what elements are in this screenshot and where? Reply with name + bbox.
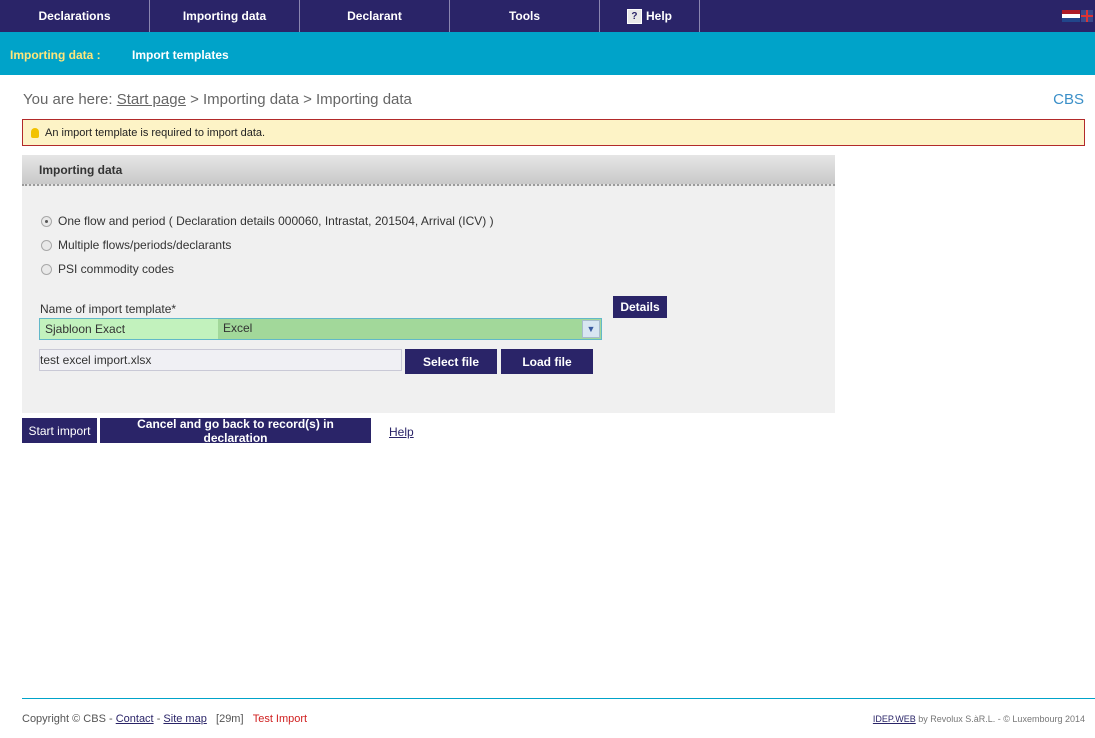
nav-declarant[interactable]: Declarant: [300, 0, 450, 32]
session-timer: [29m]: [216, 713, 244, 725]
sub-navigation: Importing data : Import templates: [0, 32, 1095, 75]
top-navigation: Declarations Importing data Declarant To…: [0, 0, 1095, 32]
product-link[interactable]: IDEP.WEB: [873, 714, 916, 724]
footer-right: IDEP.WEB by Revolux S.àR.L. - © Luxembou…: [872, 714, 1085, 724]
footer-divider: [22, 698, 1095, 699]
template-select[interactable]: Sjabloon Exact Excel ▼: [39, 318, 602, 340]
footer-left: Copyright © CBS - Contact - Site map [29…: [22, 713, 308, 725]
select-file-button[interactable]: Select file: [405, 349, 497, 374]
nav-help[interactable]: ? Help: [600, 0, 700, 32]
details-button[interactable]: Details: [613, 296, 667, 318]
radio-button[interactable]: [41, 239, 52, 251]
info-alert: An import template is required to import…: [22, 119, 1085, 146]
help-link[interactable]: Help: [389, 425, 414, 439]
subnav-import-templates[interactable]: Import templates: [132, 48, 229, 62]
language-switcher: [1062, 0, 1095, 32]
mode-indicator: Test Import: [252, 713, 308, 725]
breadcrumb: You are here: Start page > Importing dat…: [23, 91, 412, 108]
dutch-flag-icon[interactable]: [1062, 10, 1080, 22]
radio-multiple-flows[interactable]: Multiple flows/periods/declarants: [41, 238, 231, 252]
nav-declarations[interactable]: Declarations: [0, 0, 150, 32]
file-path-input[interactable]: test excel import.xlsx: [39, 349, 402, 371]
cbs-link[interactable]: CBS: [1053, 91, 1084, 108]
help-icon: ?: [626, 8, 642, 24]
template-type: Excel: [223, 321, 253, 335]
radio-button[interactable]: [41, 215, 52, 227]
breadcrumb-start-page-link[interactable]: Start page: [117, 91, 186, 108]
radio-psi-codes[interactable]: PSI commodity codes: [41, 262, 174, 276]
chevron-down-icon[interactable]: ▼: [582, 320, 600, 338]
cancel-button[interactable]: Cancel and go back to record(s) in decla…: [100, 417, 371, 445]
lightbulb-icon: [31, 127, 39, 138]
nav-importing-data[interactable]: Importing data: [150, 0, 300, 32]
contact-link[interactable]: Contact: [116, 713, 154, 725]
radio-button[interactable]: [41, 263, 52, 275]
alert-message: An import template is required to import…: [45, 126, 266, 139]
template-name: Sjabloon Exact: [40, 319, 218, 339]
template-label: Name of import template*: [40, 302, 177, 316]
load-file-button[interactable]: Load file: [501, 349, 593, 374]
panel-title: Importing data: [22, 155, 835, 186]
importing-data-panel: Importing data One flow and period ( Dec…: [22, 155, 835, 413]
sitemap-link[interactable]: Site map: [163, 713, 206, 725]
english-flag-icon[interactable]: [1081, 10, 1093, 22]
start-import-button[interactable]: Start import: [22, 418, 97, 443]
section-title: Importing data :: [10, 48, 101, 62]
radio-one-flow[interactable]: One flow and period ( Declaration detail…: [41, 214, 494, 228]
nav-tools[interactable]: Tools: [450, 0, 600, 32]
